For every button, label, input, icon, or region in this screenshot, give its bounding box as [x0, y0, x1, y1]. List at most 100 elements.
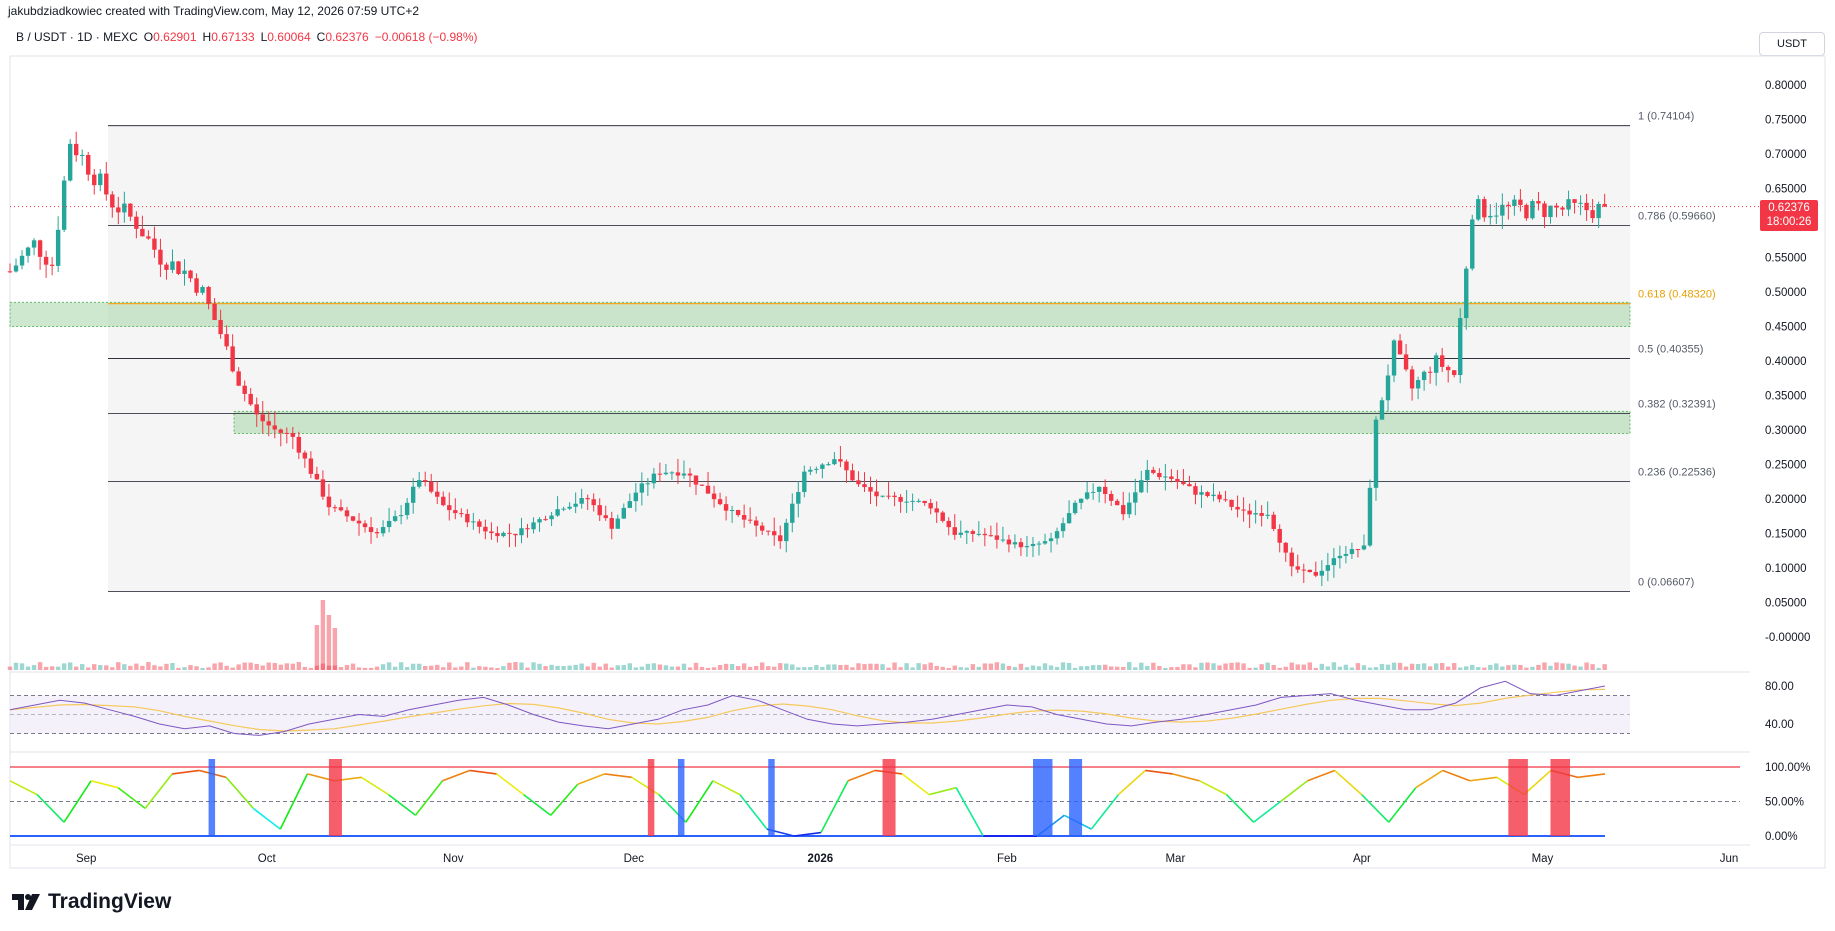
osc-segment [955, 787, 984, 837]
candle-body [1283, 542, 1288, 553]
candle-body [778, 535, 783, 542]
volume-bar [1145, 665, 1150, 670]
volume-bar [218, 662, 223, 670]
volume-bar [934, 665, 939, 670]
candle-body [1373, 419, 1379, 488]
candle-body [645, 483, 651, 485]
candle-body [826, 464, 831, 466]
volume-bar [970, 664, 976, 670]
candle-body [525, 528, 530, 530]
candle-body [80, 154, 85, 156]
candle-body [874, 491, 879, 497]
volume-bar [615, 665, 620, 670]
volume-bar [693, 662, 699, 670]
volume-bar [1397, 662, 1403, 670]
chart-canvas[interactable]: 1 (0.74104) 0.786 (0.59660) 0.618 (0.48320… [0, 0, 1835, 931]
osc-segment [1280, 780, 1309, 803]
volume-bar [994, 662, 1000, 670]
candle-body [441, 496, 446, 506]
volume-bar [67, 662, 73, 670]
candle-body [278, 429, 283, 433]
candle-body [356, 520, 362, 524]
candle-body [260, 414, 265, 422]
candle-body [687, 473, 693, 476]
osc-segment [577, 773, 606, 785]
volume-bar [1295, 664, 1300, 670]
volume-bar [729, 664, 735, 670]
volume-bar [302, 666, 308, 670]
osc-segment [1199, 780, 1227, 796]
osc-signal-block [208, 759, 216, 836]
candle-body [7, 271, 13, 273]
time-axis-tick: Mar [1165, 853, 1185, 865]
osc-segment [1442, 769, 1471, 782]
candle-body [1078, 498, 1084, 503]
candle-body [266, 421, 271, 426]
candle-body [128, 203, 133, 217]
price-axis-tick: 0.50000 [1765, 287, 1807, 299]
candle-body [110, 194, 115, 208]
candle-body [1072, 502, 1078, 514]
candle-body [140, 228, 145, 237]
volume-bar [1187, 664, 1192, 670]
volume-bar [356, 667, 362, 670]
candle-body [802, 471, 807, 493]
volume-bar [1121, 666, 1126, 670]
volume-bar [242, 662, 247, 670]
volume-bar [772, 666, 777, 670]
price-axis-tick: 0.10000 [1765, 563, 1807, 575]
candle-body [1530, 201, 1535, 219]
volume-bar [296, 662, 302, 670]
candle-body [880, 495, 885, 497]
osc-signal-block [882, 759, 896, 836]
volume-bar [525, 667, 530, 670]
osc-axis-tick: 0.00% [1765, 831, 1798, 843]
volume-bar [1024, 667, 1030, 670]
volume-bar [904, 663, 909, 670]
candle-body [392, 516, 398, 521]
candle-body [1331, 558, 1337, 566]
volume-bar [621, 665, 626, 670]
candle-body [362, 523, 368, 528]
volume-bar [1199, 662, 1204, 670]
time-axis-tick: Nov [443, 853, 464, 865]
volume-bar [1018, 663, 1024, 670]
volume-bar [429, 665, 434, 670]
price-axis-tick: 0.75000 [1765, 115, 1807, 127]
candle-body [561, 508, 566, 510]
volume-bar [1578, 666, 1583, 670]
volume-bar [1331, 662, 1337, 670]
osc-signal-block [647, 759, 655, 836]
candle-body [790, 503, 795, 523]
candle-body [49, 264, 55, 266]
candle-body [104, 173, 109, 195]
candle-body [404, 502, 410, 516]
volume-bar [55, 666, 61, 670]
candle-body [555, 509, 560, 516]
candle-body [416, 480, 422, 487]
price-axis-tick: 0.25000 [1765, 460, 1807, 472]
candle-body [988, 535, 994, 537]
volume-bar [338, 667, 344, 670]
volume-bar [537, 663, 542, 670]
support-zone-1 [9, 301, 1631, 328]
price-axis-tick: -0.00000 [1765, 632, 1810, 644]
volume-spike [320, 600, 326, 670]
volume-bar [1518, 664, 1523, 670]
volume-bar [1403, 666, 1409, 670]
osc-segment [225, 776, 254, 809]
tradingview-logo[interactable]: TradingView [12, 890, 171, 914]
volume-bar [110, 667, 115, 670]
candle-body [904, 501, 909, 503]
volume-bar [1301, 664, 1306, 670]
candle-body [669, 472, 675, 474]
volume-bar [1572, 665, 1577, 670]
candle-body [1084, 492, 1090, 499]
candle-body [1452, 370, 1457, 376]
candle-body [537, 519, 542, 523]
candle-body [1175, 478, 1180, 482]
price-axis-tick: 0.55000 [1765, 253, 1807, 265]
candle-body [398, 515, 404, 517]
osc-segment [739, 794, 768, 830]
volume-bar [1554, 662, 1559, 670]
